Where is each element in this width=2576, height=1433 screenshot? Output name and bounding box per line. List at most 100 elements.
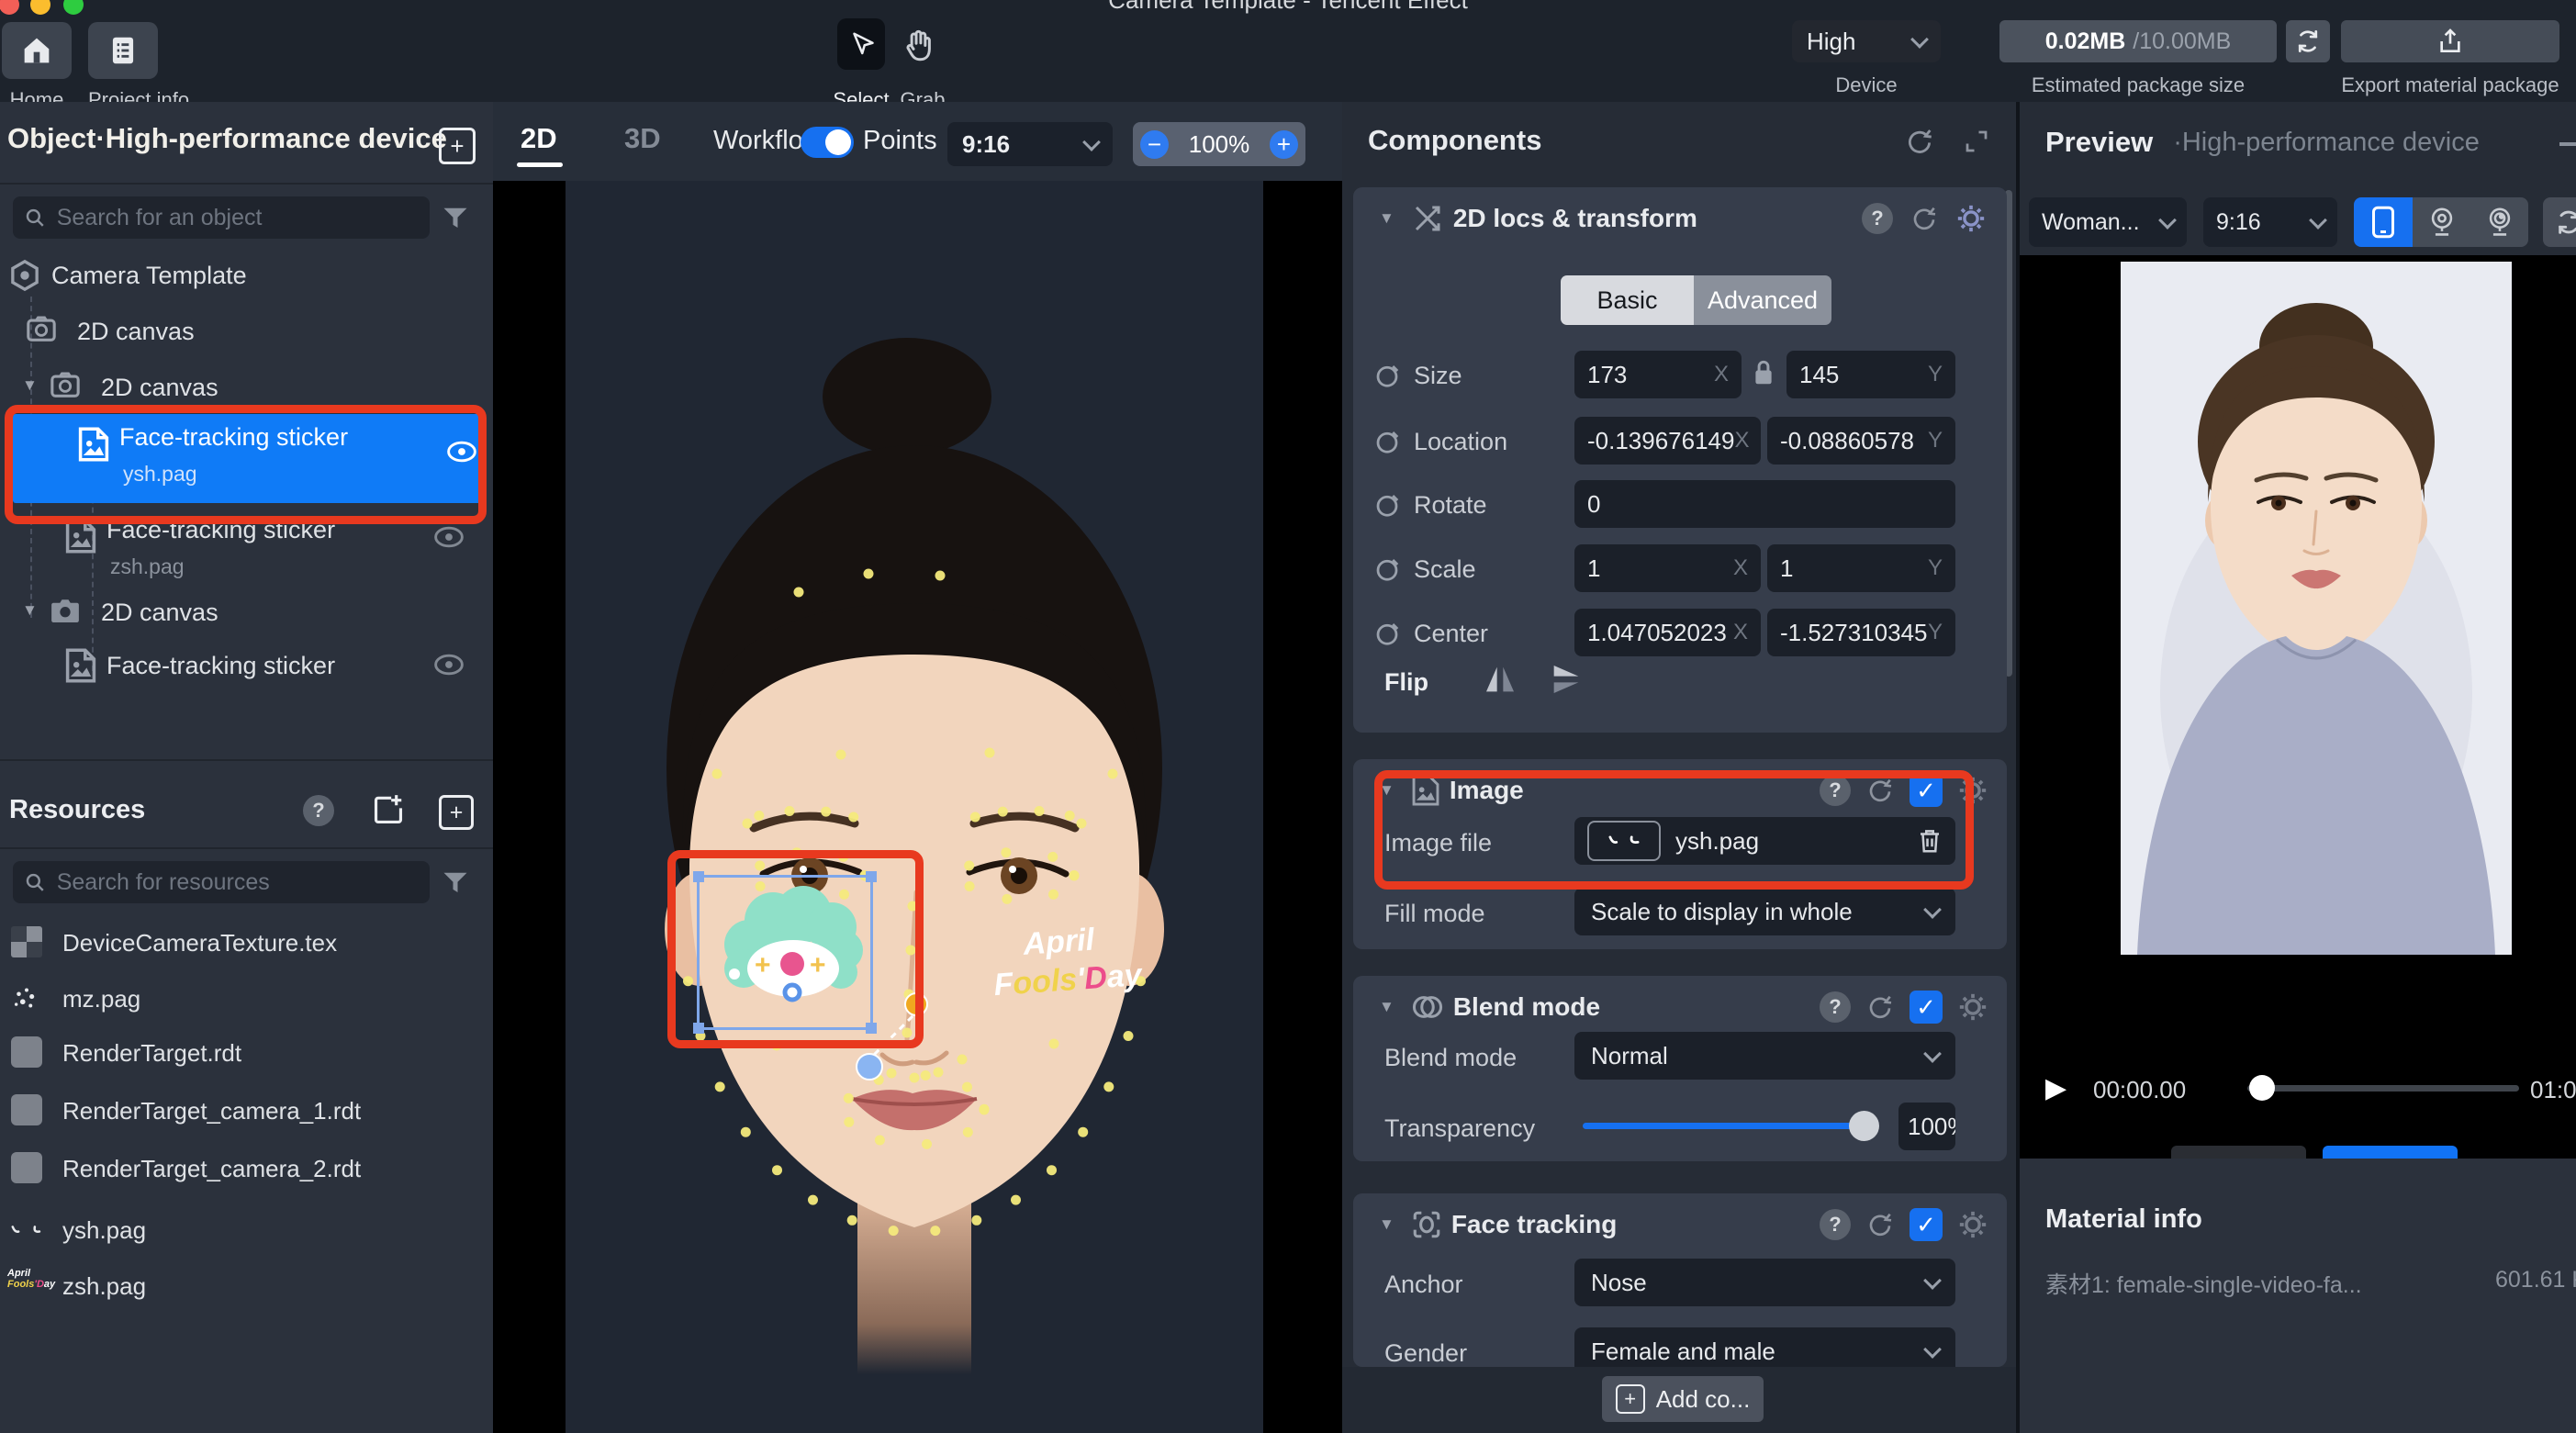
tab-basic[interactable]: Basic: [1561, 275, 1694, 325]
tab-2d[interactable]: 2D: [521, 122, 557, 155]
object-search[interactable]: [13, 196, 430, 239]
preview-refresh-button[interactable]: [2543, 197, 2576, 247]
blend-mode-dropdown[interactable]: Normal: [1574, 1032, 1955, 1080]
tree-item-face-tracking-sticker-zsh[interactable]: Face-tracking sticker zsh.pag: [0, 512, 493, 590]
resource-item[interactable]: RenderTarget_camera_1.rdt: [0, 1091, 493, 1131]
transparency-slider-knob[interactable]: [1849, 1111, 1879, 1141]
collapse-section-icon[interactable]: ▼: [1379, 781, 1394, 800]
resource-item[interactable]: mz.pag: [0, 979, 493, 1019]
resources-search-input[interactable]: [55, 868, 419, 897]
add-resource-button[interactable]: +: [439, 795, 474, 830]
selection-handle[interactable]: [866, 871, 877, 882]
reset-icon[interactable]: [1865, 776, 1895, 805]
gear-icon[interactable]: [1957, 775, 1988, 806]
refresh-package-button[interactable]: [2286, 20, 2330, 62]
object-search-input[interactable]: [55, 204, 419, 232]
workflow-toggle[interactable]: [801, 127, 854, 158]
aspect-ratio-dropdown[interactable]: 9:16: [947, 122, 1113, 166]
resources-search[interactable]: [13, 861, 430, 903]
lock-icon[interactable]: [1752, 358, 1775, 387]
export-package-button[interactable]: [2341, 20, 2559, 62]
device-quality-dropdown[interactable]: High: [1792, 20, 1941, 62]
anchor-dropdown[interactable]: Nose: [1574, 1259, 1955, 1306]
tree-item-2d-canvas-3[interactable]: ▼ 2D canvas: [0, 592, 493, 633]
help-icon[interactable]: ?: [1820, 775, 1851, 806]
image-file-field[interactable]: ysh.pag: [1574, 817, 1955, 865]
filter-icon[interactable]: [442, 871, 469, 895]
transparency-value[interactable]: 100%: [1898, 1103, 1955, 1150]
resource-item[interactable]: ysh.pag: [0, 1210, 493, 1250]
preview-mode-camera1-button[interactable]: [2413, 197, 2470, 247]
keyframe-icon[interactable]: [1373, 555, 1401, 583]
add-component-button[interactable]: + Add co...: [1602, 1376, 1764, 1422]
preview-mode-phone-button[interactable]: [2354, 197, 2413, 247]
add-object-button[interactable]: +: [439, 128, 476, 164]
collapse-section-icon[interactable]: ▼: [1379, 1215, 1394, 1234]
home-button[interactable]: [2, 22, 72, 79]
visibility-eye-icon[interactable]: [446, 440, 477, 464]
scale-x-input[interactable]: 1X: [1574, 544, 1761, 592]
keyframe-icon[interactable]: [1373, 620, 1401, 647]
import-resource-icon[interactable]: [371, 792, 406, 827]
tree-item-camera-template[interactable]: Camera Template: [0, 255, 493, 296]
visibility-eye-icon[interactable]: [433, 525, 465, 549]
selection-handle[interactable]: [693, 1023, 704, 1034]
enabled-checkbox[interactable]: ✓: [1910, 991, 1943, 1024]
gear-icon[interactable]: [1955, 203, 1987, 234]
collapse-section-icon[interactable]: ▼: [1379, 209, 1394, 228]
flip-vertical-icon[interactable]: [1548, 661, 1585, 698]
visibility-eye-icon[interactable]: [433, 653, 465, 677]
enabled-checkbox[interactable]: ✓: [1910, 1208, 1943, 1241]
keyframe-icon[interactable]: [1373, 428, 1401, 455]
size-y-input[interactable]: 145Y: [1786, 351, 1955, 398]
gear-icon[interactable]: [1957, 1209, 1988, 1240]
gender-dropdown[interactable]: Female and male: [1574, 1327, 1955, 1367]
help-icon[interactable]: ?: [1820, 1209, 1851, 1240]
center-x-input[interactable]: 1.047052023X: [1574, 609, 1761, 656]
location-x-input[interactable]: -0.139676149X: [1574, 417, 1761, 465]
collapse-section-icon[interactable]: ▼: [1379, 998, 1394, 1016]
size-x-input[interactable]: 173X: [1574, 351, 1742, 398]
tree-item-2d-canvas-1[interactable]: 2D canvas: [0, 311, 493, 352]
flip-horizontal-icon[interactable]: [1482, 661, 1518, 698]
timeline-knob[interactable]: [2249, 1075, 2275, 1101]
tab-advanced[interactable]: Advanced: [1694, 275, 1831, 325]
resources-help-icon[interactable]: ?: [303, 795, 334, 826]
expand-arrow-icon[interactable]: ▼: [22, 601, 38, 620]
transparency-slider-track[interactable]: [1583, 1123, 1876, 1129]
preview-model-dropdown[interactable]: Woman...: [2029, 197, 2187, 247]
preview-mode-camera2-button[interactable]: [2470, 197, 2528, 247]
reset-icon[interactable]: [1904, 126, 1935, 157]
resource-item[interactable]: AprilFools'Day zsh.pag: [0, 1266, 493, 1306]
scale-y-input[interactable]: 1Y: [1767, 544, 1955, 592]
resource-item[interactable]: DeviceCameraTexture.tex: [0, 923, 493, 963]
zoom-out-button[interactable]: −: [1140, 130, 1169, 159]
sticker-selection-box[interactable]: [697, 875, 873, 1030]
collapse-panel-icon[interactable]: [1963, 128, 1990, 155]
reset-icon[interactable]: [1865, 992, 1895, 1022]
help-icon[interactable]: ?: [1820, 991, 1851, 1023]
preview-ratio-dropdown[interactable]: 9:16: [2203, 197, 2337, 247]
reset-icon[interactable]: [1865, 1210, 1895, 1239]
expand-arrow-icon[interactable]: ▼: [22, 376, 38, 395]
resource-item[interactable]: RenderTarget_camera_2.rdt: [0, 1148, 493, 1189]
grab-tool-button[interactable]: [900, 26, 938, 64]
selection-handle[interactable]: [866, 1023, 877, 1034]
camera-canvas[interactable]: + + April Fools'Day: [566, 181, 1263, 1433]
selection-handle[interactable]: [693, 871, 704, 882]
tree-item-face-tracking-sticker-3[interactable]: Face-tracking sticker: [0, 645, 493, 686]
play-icon[interactable]: ▶: [2045, 1072, 2066, 1104]
filter-icon[interactable]: [442, 207, 469, 230]
tree-item-face-tracking-sticker-ysh[interactable]: Face-tracking sticker ysh.pag: [13, 414, 481, 503]
timeline-track[interactable]: [2247, 1085, 2519, 1092]
reset-icon[interactable]: [1910, 204, 1939, 233]
tab-3d[interactable]: 3D: [624, 122, 661, 155]
gear-icon[interactable]: [1957, 991, 1988, 1023]
project-info-button[interactable]: [88, 22, 158, 79]
help-icon[interactable]: ?: [1862, 203, 1893, 234]
center-y-input[interactable]: -1.527310345Y: [1767, 609, 1955, 656]
resource-item[interactable]: RenderTarget.rdt: [0, 1033, 493, 1073]
zoom-in-button[interactable]: +: [1270, 130, 1298, 159]
collapse-preview-icon[interactable]: [2559, 142, 2576, 146]
enabled-checkbox[interactable]: ✓: [1910, 774, 1943, 807]
